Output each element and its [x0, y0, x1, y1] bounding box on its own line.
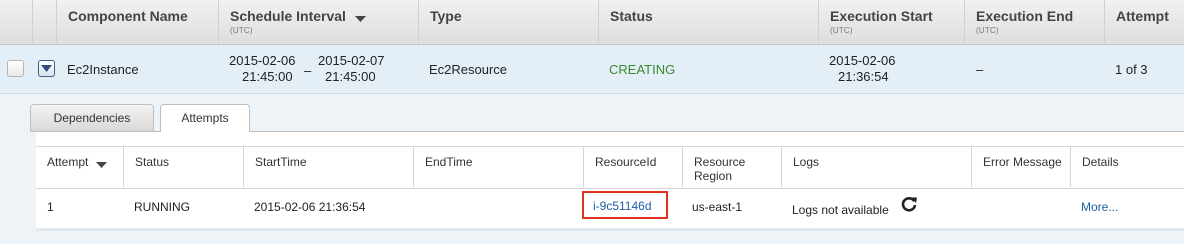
- refresh-icon[interactable]: [900, 195, 918, 213]
- row-expand-button[interactable]: [38, 60, 55, 77]
- column-label: Status: [610, 8, 653, 24]
- tab-label: Attempts: [181, 111, 229, 125]
- column-sublabel: (UTC): [830, 26, 853, 35]
- resource-id-link[interactable]: i-9c51146d: [593, 199, 652, 213]
- column-label: Attempt: [1116, 8, 1169, 24]
- sort-down-icon[interactable]: [355, 16, 366, 23]
- column-label: Schedule Interval: [230, 8, 346, 24]
- schedule-start-time: 21:45:00: [242, 69, 293, 84]
- details-more-link[interactable]: More...: [1081, 200, 1118, 214]
- panel-bottom-edge: [36, 228, 1184, 231]
- sort-down-icon[interactable]: [96, 162, 107, 169]
- component-type: Ec2Resource: [429, 62, 508, 77]
- header-select-cell: [0, 0, 32, 44]
- schedule-separator: –: [304, 63, 312, 78]
- column-header-resource-region[interactable]: Resource Region: [682, 147, 782, 187]
- column-header-execution-end[interactable]: Execution End (UTC): [964, 0, 1104, 44]
- column-header-starttime[interactable]: StartTime: [243, 147, 414, 187]
- column-label: Resource: [694, 155, 746, 169]
- column-header-status[interactable]: Status: [598, 0, 818, 44]
- column-header-resourceid[interactable]: ResourceId: [583, 147, 683, 187]
- column-sublabel: (UTC): [976, 26, 999, 35]
- column-label: Error Message: [983, 155, 1062, 169]
- column-label: Details: [1082, 155, 1119, 169]
- column-header-attempt[interactable]: Attempt: [36, 147, 123, 187]
- column-header-details[interactable]: Details: [1070, 147, 1184, 187]
- attempt-start-time: 2015-02-06 21:36:54: [254, 200, 366, 214]
- chevron-down-icon: [41, 65, 52, 72]
- column-label: Type: [430, 8, 462, 24]
- column-header-endtime[interactable]: EndTime: [413, 147, 584, 187]
- execution-end: –: [976, 62, 984, 77]
- column-label: EndTime: [425, 155, 473, 169]
- column-sublabel: (UTC): [230, 26, 253, 35]
- execution-start-date: 2015-02-06: [829, 53, 896, 68]
- header-expand-cell: [32, 0, 56, 44]
- component-name: Ec2Instance: [67, 62, 139, 77]
- row-select-checkbox[interactable]: [7, 60, 24, 77]
- column-header-status[interactable]: Status: [123, 147, 244, 187]
- tab-dependencies[interactable]: Dependencies: [30, 104, 154, 131]
- column-header-component-name[interactable]: Component Name: [56, 0, 218, 44]
- status-badge: CREATING: [609, 62, 676, 77]
- column-header-execution-start[interactable]: Execution Start (UTC): [818, 0, 964, 44]
- table-row[interactable]: [0, 45, 1184, 94]
- column-label: Attempt: [47, 155, 89, 169]
- attempt-status: RUNNING: [134, 200, 190, 214]
- column-label: ResourceId: [595, 155, 657, 169]
- execution-start-time: 21:36:54: [838, 69, 889, 84]
- column-label: StartTime: [255, 155, 307, 169]
- column-label: Status: [135, 155, 170, 169]
- column-header-logs[interactable]: Logs: [781, 147, 972, 187]
- tab-attempts[interactable]: Attempts: [160, 104, 250, 133]
- schedule-end-date: 2015-02-07: [318, 53, 385, 68]
- column-header-type[interactable]: Type: [418, 0, 598, 44]
- attempt-number: 1: [47, 200, 54, 214]
- column-header-attempt[interactable]: Attempt: [1104, 0, 1184, 44]
- attempt-count: 1 of 3: [1115, 62, 1148, 77]
- logs-status: Logs not available: [792, 203, 889, 217]
- column-label-line2: Region: [694, 169, 733, 183]
- column-label: Execution End: [976, 8, 1074, 24]
- resource-region: us-east-1: [692, 200, 743, 214]
- column-label: Component Name: [68, 8, 188, 24]
- column-header-schedule-interval[interactable]: Schedule Interval (UTC): [218, 0, 418, 44]
- schedule-end-time: 21:45:00: [325, 69, 376, 84]
- column-label: Execution Start: [830, 8, 933, 24]
- column-label: Logs: [793, 155, 820, 169]
- tab-label: Dependencies: [53, 111, 131, 125]
- column-header-error-message[interactable]: Error Message: [971, 147, 1071, 187]
- schedule-start-date: 2015-02-06: [229, 53, 296, 68]
